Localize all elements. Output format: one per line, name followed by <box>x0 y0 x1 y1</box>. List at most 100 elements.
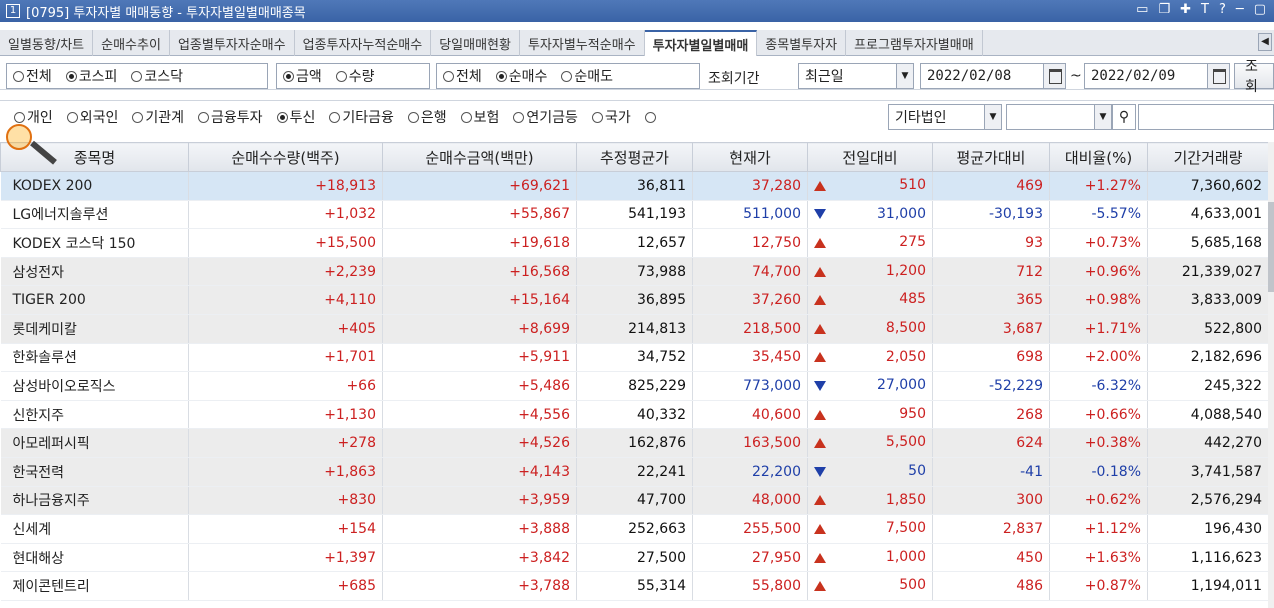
calendar-icon[interactable] <box>1043 64 1065 88</box>
search-icon[interactable]: ⚲ <box>1112 104 1136 130</box>
column-header-3[interactable]: 추정평균가 <box>576 142 693 172</box>
table-row[interactable]: 아모레퍼시픽 +278 +4,526 162,876 163,500 5,500 624 +0… <box>0 428 1269 458</box>
investor-radio-1[interactable]: 외국인 <box>66 107 118 127</box>
investor-radio-2[interactable]: 기관계 <box>132 107 184 127</box>
other-investor-select[interactable]: 기타법인 ▼ <box>888 104 1002 130</box>
trade-radio-1[interactable]: 순매수 <box>495 66 547 86</box>
investor-trade-table: 종목명 순매수수량(백주) 순매수금액(백만) 추정평균가 현재가 전일대비 평균가대비 대비… <box>0 142 1274 608</box>
column-header-7[interactable]: 대비율(%) <box>1049 142 1148 172</box>
avg-diff-cell: -52,229 <box>932 371 1050 401</box>
column-header-1[interactable]: 순매수수량(백주) <box>188 142 383 172</box>
column-header-0[interactable]: 종목명 <box>0 142 189 172</box>
tab-6[interactable]: 투자자별일별매매 <box>644 30 758 56</box>
table-row[interactable]: TIGER 200 +4,110 +15,164 36,895 37,260 485 365… <box>0 285 1269 315</box>
table-row[interactable]: 신한지주 +1,130 +4,556 40,332 40,600 950 268 +0.66%… <box>0 400 1269 430</box>
triangle-down-icon <box>814 209 826 220</box>
copy-window-icon[interactable]: ❐ <box>1158 2 1170 17</box>
unit-radio-1[interactable]: 수량 <box>335 66 375 86</box>
stock-code-input[interactable]: ▼ <box>1006 104 1112 130</box>
column-header-5[interactable]: 전일대비 <box>807 142 933 172</box>
table-row[interactable]: 한화솔루션 +1,701 +5,911 34,752 35,450 2,050 698 +2.… <box>0 343 1269 373</box>
tab-8[interactable]: 프로그램투자자별매매 <box>846 30 983 56</box>
column-header-6[interactable]: 평균가대비 <box>932 142 1050 172</box>
change-rate-cell: +0.96% <box>1049 257 1148 287</box>
calendar-icon[interactable] <box>1207 64 1229 88</box>
table-row[interactable]: 삼성전자 +2,239 +16,568 73,988 74,700 1,200 712 +0.… <box>0 257 1269 287</box>
avg-diff-cell: 3,687 <box>932 314 1050 344</box>
table-row[interactable]: KODEX 200 +18,913 +69,621 36,811 37,280 510 46… <box>0 171 1269 201</box>
investor-radio-other[interactable] <box>644 107 656 127</box>
stock-name-cell: 하나금융지주 <box>0 486 189 516</box>
column-header-8[interactable]: 기간거래량 <box>1147 142 1269 172</box>
tab-4[interactable]: 당일매매현황 <box>431 30 520 56</box>
table-row[interactable]: 신세계 +154 +3,888 252,663 255,500 7,500 2,837 +1.… <box>0 514 1269 544</box>
pin-icon[interactable]: ✚ <box>1180 2 1191 17</box>
avg-diff-cell: -30,193 <box>932 200 1050 230</box>
stock-name-cell: 신세계 <box>0 514 189 544</box>
help-icon[interactable]: ? <box>1219 2 1226 17</box>
volume-cell: 7,360,602 <box>1147 171 1269 201</box>
stock-name-field[interactable] <box>1138 104 1274 130</box>
net-qty-cell: +685 <box>188 571 383 601</box>
change-cell: 5,500 <box>807 428 933 458</box>
date-from-input[interactable]: 2022/02/08 <box>920 63 1066 89</box>
table-row[interactable]: KODEX 코스닥 150 +15,500 +19,618 12,657 12,750 2… <box>0 228 1269 258</box>
column-header-4[interactable]: 현재가 <box>692 142 808 172</box>
table-row[interactable]: 현대해상 +1,397 +3,842 27,500 27,950 1,000 450 +1.6… <box>0 543 1269 573</box>
chevron-down-icon[interactable]: ▼ <box>1094 105 1111 129</box>
table-row[interactable]: 롯데케미칼 +405 +8,699 214,813 218,500 8,500 3,687 +… <box>0 314 1269 344</box>
close-icon[interactable]: ▢ <box>1254 2 1266 17</box>
unit-radio-0[interactable]: 금액 <box>283 66 322 86</box>
font-size-icon[interactable]: T <box>1201 2 1209 17</box>
tab-3[interactable]: 업종투자자누적순매수 <box>295 30 432 56</box>
tab-2[interactable]: 업종별투자자순매수 <box>170 30 295 56</box>
column-header-2[interactable]: 순매수금액(백만) <box>382 142 577 172</box>
market-radio-2[interactable]: 코스닥 <box>131 66 183 86</box>
table-row[interactable]: 삼성바이오로직스 +66 +5,486 825,229 773,000 27,000 -52… <box>0 371 1269 401</box>
chevron-down-icon[interactable]: ▼ <box>896 64 913 88</box>
vertical-scrollbar[interactable] <box>1268 142 1274 608</box>
market-radio-group: 전체 코스피 코스닥 <box>6 63 268 89</box>
investor-radio-5[interactable]: 기타금융 <box>329 107 394 127</box>
market-radio-0[interactable]: 전체 <box>13 66 52 86</box>
investor-radio-9[interactable]: 국가 <box>591 107 631 127</box>
trade-radio-2[interactable]: 순매도 <box>561 66 613 86</box>
tab-0[interactable]: 일별동향/차트 <box>0 30 94 56</box>
net-qty-cell: +278 <box>188 428 383 458</box>
date-to-input[interactable]: 2022/02/09 <box>1084 63 1230 89</box>
restore-icon[interactable]: ▭ <box>1136 2 1148 17</box>
tab-1[interactable]: 순매수추이 <box>93 30 170 56</box>
table-row[interactable]: 하나금융지주 +830 +3,959 47,700 48,000 1,850 300 +0.6… <box>0 486 1269 516</box>
table-row[interactable]: 제이콘텐트리 +685 +3,788 55,314 55,800 500 486 +0.87%… <box>0 571 1269 601</box>
market-radio-1[interactable]: 코스피 <box>65 66 117 86</box>
volume-cell: 245,322 <box>1147 371 1269 401</box>
scrollbar-thumb[interactable] <box>1268 202 1274 292</box>
investor-radio-3[interactable]: 금융투자 <box>198 107 263 127</box>
investor-radio-8[interactable]: 연기금등 <box>513 107 578 127</box>
query-button[interactable]: 조회 <box>1234 59 1274 95</box>
chevron-left-icon[interactable]: ◀ <box>1258 33 1272 51</box>
triangle-up-icon <box>814 266 826 277</box>
trade-radio-0[interactable]: 전체 <box>443 66 482 86</box>
table-row[interactable]: 한국전력 +1,863 +4,143 22,241 22,200 50 -41 -0.18% 3… <box>0 457 1269 487</box>
investor-radio-6[interactable]: 은행 <box>407 107 447 127</box>
net-amount-cell: +5,486 <box>382 371 577 401</box>
net-amount-cell: +15,164 <box>382 285 577 315</box>
table-row[interactable]: LG에너지솔루션 +1,032 +55,867 541,193 511,000 31,00… <box>0 200 1269 230</box>
period-select[interactable]: 최근일 ▼ <box>798 63 914 89</box>
triangle-up-icon <box>814 438 826 449</box>
chevron-down-icon[interactable]: ▼ <box>984 105 1001 129</box>
tab-7[interactable]: 종목별투자자 <box>757 30 847 56</box>
net-qty-cell: +2,239 <box>188 257 383 287</box>
change-rate-cell: +1.27% <box>1049 171 1148 201</box>
tab-5[interactable]: 투자자별누적순매수 <box>520 30 645 56</box>
net-qty-cell: +1,701 <box>188 343 383 373</box>
investor-radio-7[interactable]: 보험 <box>460 107 499 127</box>
avg-diff-cell: 450 <box>932 543 1050 573</box>
avg-price-cell: 36,895 <box>576 285 693 315</box>
triangle-up-icon <box>814 495 826 506</box>
minimize-icon[interactable]: ─ <box>1236 2 1244 17</box>
avg-price-cell: 541,193 <box>576 200 693 230</box>
volume-cell: 5,685,168 <box>1147 228 1269 258</box>
investor-radio-4[interactable]: 투신 <box>276 107 315 127</box>
